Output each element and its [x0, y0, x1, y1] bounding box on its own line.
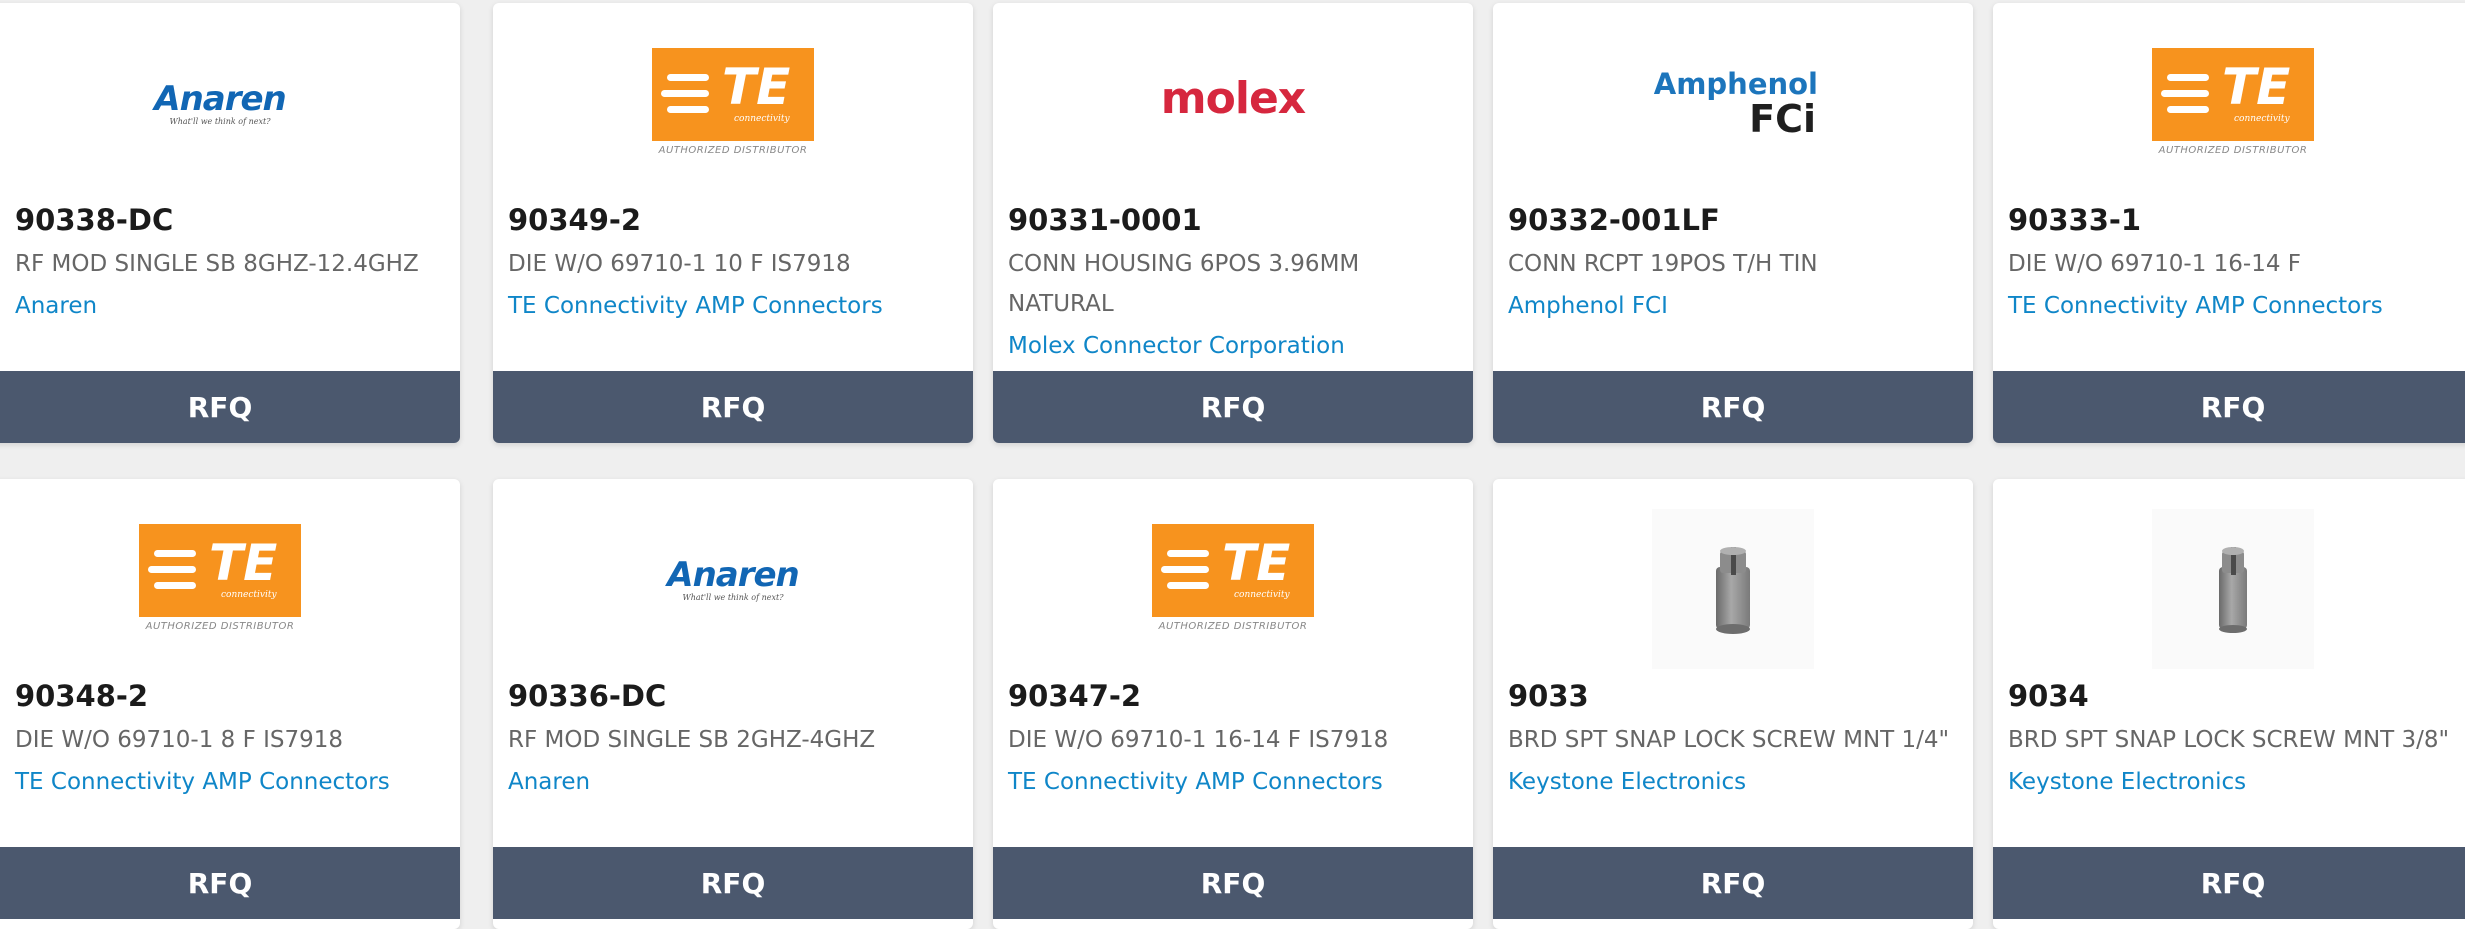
part-number[interactable]: 9034 [2008, 679, 2089, 713]
part-description: DIE W/O 69710-1 10 F IS7918 [508, 251, 851, 277]
product-image[interactable]: Amphenol FCi [1493, 43, 1973, 168]
part-number[interactable]: 90332-001LF [1508, 203, 1720, 237]
part-number[interactable]: 90338-DC [15, 203, 173, 237]
part-number[interactable]: 9033 [1508, 679, 1589, 713]
product-image[interactable]: molex [993, 43, 1473, 168]
rfq-button[interactable]: RFQ [1493, 847, 1973, 919]
manufacturer-link[interactable]: TE Connectivity AMP Connectors [2008, 293, 2383, 319]
manufacturer-link[interactable]: Anaren [15, 293, 97, 319]
product-card[interactable]: Amphenol FCi 90332-001LF CONN RCPT 19POS… [1493, 3, 1973, 443]
product-card[interactable]: Anaren What'll we think of next? 90338-D… [0, 3, 460, 443]
part-description: DIE W/O 69710-1 16-14 F [2008, 251, 2302, 277]
manufacturer-link[interactable]: TE Connectivity AMP Connectors [15, 769, 390, 795]
manufacturer-link[interactable]: Molex Connector Corporation [1008, 333, 1345, 359]
product-image[interactable]: Anaren What'll we think of next? [0, 43, 460, 168]
rfq-button[interactable]: RFQ [0, 847, 460, 919]
screw-standoff-photo [1652, 509, 1814, 669]
part-description: RF MOD SINGLE SB 2GHZ-4GHZ [508, 727, 876, 753]
anaren-logo: Anaren What'll we think of next? [154, 79, 287, 126]
rfq-button[interactable]: RFQ [1993, 847, 2465, 919]
manufacturer-link[interactable]: Keystone Electronics [1508, 769, 1746, 795]
part-description: CONN HOUSING 6POS 3.96MM NATURAL [1008, 251, 1360, 317]
product-image[interactable] [1493, 509, 1973, 669]
manufacturer-link[interactable]: Keystone Electronics [2008, 769, 2246, 795]
product-image[interactable]: TE connectivity AUTHORIZED DISTRIBUTOR [993, 519, 1473, 644]
part-number[interactable]: 90331-0001 [1008, 203, 1202, 237]
product-image[interactable]: TE connectivity AUTHORIZED DISTRIBUTOR [493, 43, 973, 168]
part-number[interactable]: 90336-DC [508, 679, 666, 713]
product-card[interactable]: Anaren What'll we think of next? 90336-D… [493, 479, 973, 929]
product-image[interactable]: Anaren What'll we think of next? [493, 519, 973, 644]
rfq-button[interactable]: RFQ [993, 847, 1473, 919]
rfq-button[interactable]: RFQ [1493, 371, 1973, 443]
part-description: BRD SPT SNAP LOCK SCREW MNT 3/8" [2008, 727, 2450, 753]
product-card[interactable]: TE connectivity AUTHORIZED DISTRIBUTOR 9… [493, 3, 973, 443]
product-image[interactable]: TE connectivity AUTHORIZED DISTRIBUTOR [1993, 43, 2465, 168]
part-number[interactable]: 90333-1 [2008, 203, 2141, 237]
te-connectivity-logo: TE connectivity AUTHORIZED DISTRIBUTOR [2152, 48, 2314, 163]
part-number[interactable]: 90348-2 [15, 679, 148, 713]
product-image[interactable]: TE connectivity AUTHORIZED DISTRIBUTOR [0, 519, 460, 644]
part-number[interactable]: 90347-2 [1008, 679, 1141, 713]
anaren-logo: Anaren What'll we think of next? [667, 555, 800, 602]
product-card[interactable]: TE connectivity AUTHORIZED DISTRIBUTOR 9… [993, 479, 1473, 929]
product-card[interactable]: TE connectivity AUTHORIZED DISTRIBUTOR 9… [0, 479, 460, 929]
product-card[interactable]: 9034 BRD SPT SNAP LOCK SCREW MNT 3/8" Ke… [1993, 479, 2465, 929]
te-connectivity-logo: TE connectivity AUTHORIZED DISTRIBUTOR [1152, 524, 1314, 639]
part-description: DIE W/O 69710-1 8 F IS7918 [15, 727, 344, 753]
screw-standoff-photo [2152, 509, 2314, 669]
manufacturer-link[interactable]: Anaren [508, 769, 590, 795]
part-description: CONN RCPT 19POS T/H TIN [1508, 251, 1818, 277]
part-description: BRD SPT SNAP LOCK SCREW MNT 1/4" [1508, 727, 1950, 753]
product-card[interactable]: TE connectivity AUTHORIZED DISTRIBUTOR 9… [1993, 3, 2465, 443]
manufacturer-link[interactable]: Amphenol FCI [1508, 293, 1668, 319]
amphenol-fci-logo: Amphenol FCi [1653, 67, 1818, 141]
rfq-button[interactable]: RFQ [493, 371, 973, 443]
part-description: RF MOD SINGLE SB 8GHZ-12.4GHZ [15, 251, 419, 277]
rfq-button[interactable]: RFQ [993, 371, 1473, 443]
product-card[interactable]: 9033 BRD SPT SNAP LOCK SCREW MNT 1/4" Ke… [1493, 479, 1973, 929]
rfq-button[interactable]: RFQ [0, 371, 460, 443]
te-connectivity-logo: TE connectivity AUTHORIZED DISTRIBUTOR [139, 524, 301, 639]
manufacturer-link[interactable]: TE Connectivity AMP Connectors [1008, 769, 1383, 795]
te-connectivity-logo: TE connectivity AUTHORIZED DISTRIBUTOR [652, 48, 814, 163]
product-card[interactable]: molex 90331-0001 CONN HOUSING 6POS 3.96M… [993, 3, 1473, 443]
part-number[interactable]: 90349-2 [508, 203, 641, 237]
rfq-button[interactable]: RFQ [1993, 371, 2465, 443]
molex-logo: molex [1160, 73, 1306, 124]
rfq-button[interactable]: RFQ [493, 847, 973, 919]
product-image[interactable] [1993, 509, 2465, 669]
part-description: DIE W/O 69710-1 16-14 F IS7918 [1008, 727, 1389, 753]
manufacturer-link[interactable]: TE Connectivity AMP Connectors [508, 293, 883, 319]
